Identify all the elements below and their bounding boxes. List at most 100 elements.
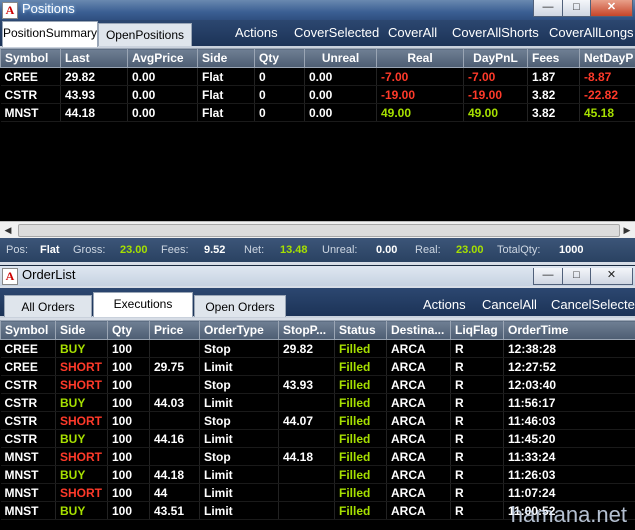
cell-price xyxy=(149,447,200,466)
cell-price xyxy=(149,411,200,430)
minimize-icon[interactable]: — xyxy=(533,0,563,17)
table-row[interactable]: CSTR BUY 100 44.03 Limit Filled ARCA R 11:56:17 xyxy=(0,393,635,412)
totalqty-value: 1000 xyxy=(559,244,584,256)
tab-executions[interactable]: Executions xyxy=(93,292,193,317)
actions-button[interactable]: Actions xyxy=(423,296,466,314)
unreal-label: Unreal: xyxy=(322,244,358,256)
cell-liqflag: R xyxy=(450,429,504,448)
cancel-selected-button[interactable]: CancelSelected xyxy=(551,296,635,314)
cell-qty: 100 xyxy=(107,393,150,412)
cell-destination: ARCA xyxy=(386,393,451,412)
table-row[interactable]: CREE BUY 100 Stop 29.82 Filled ARCA R 12:38:28 xyxy=(0,339,635,358)
cell-ordertime: 12:27:52 xyxy=(503,357,635,376)
col-side[interactable]: Side xyxy=(55,320,108,340)
scroll-thumb[interactable] xyxy=(18,224,620,237)
col-last[interactable]: Last xyxy=(60,48,128,68)
table-row[interactable]: CSTR SHORT 100 Stop 43.93 Filled ARCA R 12:03:40 xyxy=(0,375,635,394)
cell-stopprice: 43.93 xyxy=(278,375,335,394)
tab-open-positions[interactable]: OpenPositions xyxy=(98,23,192,46)
cell-netdaypnl: -8.87 xyxy=(579,67,635,86)
table-row[interactable]: MNST SHORT 100 44 Limit Filled ARCA R 11:07:24 xyxy=(0,483,635,502)
col-qty[interactable]: Qty xyxy=(107,320,150,340)
cell-avgprice: 0.00 xyxy=(127,103,198,122)
col-liqflag[interactable]: LiqFlag xyxy=(450,320,504,340)
cell-fees: 1.87 xyxy=(527,67,580,86)
cancel-all-button[interactable]: CancelAll xyxy=(482,296,537,314)
gross-value: 23.00 xyxy=(120,244,148,256)
col-price[interactable]: Price xyxy=(149,320,200,340)
col-ordertime[interactable]: OrderTime xyxy=(503,320,635,340)
cover-all-button[interactable]: CoverAll xyxy=(388,24,437,42)
col-fees[interactable]: Fees xyxy=(527,48,580,68)
col-unreal[interactable]: Unreal xyxy=(304,48,377,68)
cell-ordertime: 11:46:03 xyxy=(503,411,635,430)
table-row[interactable]: CREE 29.82 0.00 Flat 0 0.00 -7.00 -7.00 … xyxy=(0,67,635,86)
cell-qty: 0 xyxy=(254,67,305,86)
window-title: OrderList xyxy=(22,267,76,282)
cell-ordertype: Limit xyxy=(199,393,279,412)
cell-daypnl: -7.00 xyxy=(463,67,528,86)
cell-symbol: MNST xyxy=(0,447,56,466)
cell-qty: 100 xyxy=(107,429,150,448)
cover-all-shorts-button[interactable]: CoverAllShorts xyxy=(452,24,539,42)
col-stopprice[interactable]: StopP... xyxy=(278,320,335,340)
cell-last: 43.93 xyxy=(60,85,128,104)
col-daypnl[interactable]: DayPnL xyxy=(463,48,528,68)
col-status[interactable]: Status xyxy=(334,320,387,340)
cell-ordertype: Stop xyxy=(199,339,279,358)
orders-header-row: Symbol Side Qty Price OrderType StopP...… xyxy=(0,320,635,340)
maximize-icon[interactable]: □ xyxy=(562,0,591,17)
cell-stopprice: 44.18 xyxy=(278,447,335,466)
close-icon[interactable]: ✕ xyxy=(590,0,633,17)
close-icon[interactable]: ✕ xyxy=(590,268,633,285)
positions-titlebar[interactable]: A Positions — □ ✕ xyxy=(0,0,635,20)
horizontal-scrollbar[interactable]: ◀ ▶ xyxy=(0,221,635,238)
table-row[interactable]: MNST BUY 100 44.18 Limit Filled ARCA R 11:26:03 xyxy=(0,465,635,484)
tab-all-orders[interactable]: All Orders xyxy=(4,295,92,317)
app-icon: A xyxy=(2,2,18,19)
col-ordertype[interactable]: OrderType xyxy=(199,320,279,340)
cell-side: SHORT xyxy=(55,411,108,430)
cell-ordertype: Stop xyxy=(199,375,279,394)
table-row[interactable]: CSTR SHORT 100 Stop 44.07 Filled ARCA R 11:46:03 xyxy=(0,411,635,430)
cell-side: Flat xyxy=(197,85,255,104)
maximize-icon[interactable]: □ xyxy=(562,268,591,285)
orders-table: Symbol Side Qty Price OrderType StopP...… xyxy=(0,320,635,520)
cell-real: -7.00 xyxy=(376,67,464,86)
window-title: Positions xyxy=(22,1,75,16)
cell-fees: 3.82 xyxy=(527,103,580,122)
cover-all-longs-button[interactable]: CoverAllLongs xyxy=(549,24,634,42)
cell-status: Filled xyxy=(334,339,387,358)
col-symbol[interactable]: Symbol xyxy=(0,320,56,340)
col-side[interactable]: Side xyxy=(197,48,255,68)
cell-avgprice: 0.00 xyxy=(127,85,198,104)
table-row[interactable]: MNST 44.18 0.00 Flat 0 0.00 49.00 49.00 … xyxy=(0,103,635,122)
positions-header-row: Symbol Last AvgPrice Side Qty Unreal Rea… xyxy=(0,48,635,68)
table-row[interactable]: CSTR 43.93 0.00 Flat 0 0.00 -19.00 -19.0… xyxy=(0,85,635,104)
col-real[interactable]: Real xyxy=(376,48,464,68)
tab-position-summary[interactable]: PositionSummary xyxy=(2,21,98,47)
cell-ordertype: Limit xyxy=(199,483,279,502)
cell-stopprice: 29.82 xyxy=(278,339,335,358)
cell-ordertype: Limit xyxy=(199,501,279,520)
col-symbol[interactable]: Symbol xyxy=(0,48,61,68)
col-avgprice[interactable]: AvgPrice xyxy=(127,48,198,68)
table-row[interactable]: CSTR BUY 100 44.16 Limit Filled ARCA R 11:45:20 xyxy=(0,429,635,448)
tab-open-orders[interactable]: Open Orders xyxy=(194,295,286,317)
minimize-icon[interactable]: — xyxy=(533,268,563,285)
col-destination[interactable]: Destina... xyxy=(386,320,451,340)
cover-selected-button[interactable]: CoverSelected xyxy=(294,24,379,42)
cell-price: 44.16 xyxy=(149,429,200,448)
col-netdaypnl[interactable]: NetDayP xyxy=(579,48,635,68)
cell-netdaypnl: 45.18 xyxy=(579,103,635,122)
col-qty[interactable]: Qty xyxy=(254,48,305,68)
scroll-left-icon[interactable]: ◀ xyxy=(0,222,16,238)
actions-button[interactable]: Actions xyxy=(235,24,278,42)
cell-liqflag: R xyxy=(450,483,504,502)
orderlist-titlebar[interactable]: A OrderList — □ ✕ xyxy=(0,266,635,286)
scroll-right-icon[interactable]: ▶ xyxy=(619,222,635,238)
cell-ordertype: Stop xyxy=(199,447,279,466)
table-row[interactable]: CREE SHORT 100 29.75 Limit Filled ARCA R 12:27:5… xyxy=(0,357,635,376)
cell-stopprice xyxy=(278,483,335,502)
table-row[interactable]: MNST SHORT 100 Stop 44.18 Filled ARCA R 11:33:24 xyxy=(0,447,635,466)
